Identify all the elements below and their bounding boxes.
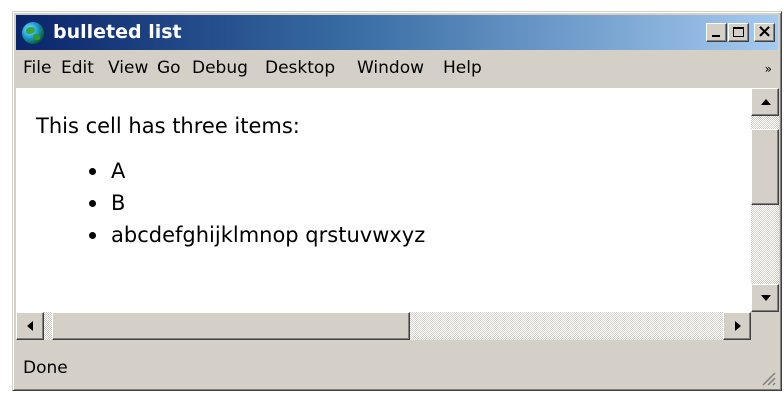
close-button[interactable]: × xyxy=(754,21,775,42)
list-item: A xyxy=(88,155,425,187)
horizontal-scrollbar[interactable] xyxy=(16,312,751,340)
bulleted-list: A B abcdefghijklmnop qrstuvwxyz xyxy=(36,155,425,251)
menu-file[interactable]: File xyxy=(23,58,51,78)
intro-text: This cell has three items: xyxy=(36,114,300,138)
arrow-down-icon xyxy=(761,295,771,301)
vertical-scroll-thumb[interactable] xyxy=(751,129,779,205)
scroll-up-button[interactable] xyxy=(751,88,779,116)
minimize-button[interactable] xyxy=(706,23,727,42)
menu-overflow-icon[interactable]: » xyxy=(765,62,772,76)
menu-edit[interactable]: Edit xyxy=(61,58,94,78)
vertical-scrollbar[interactable] xyxy=(751,88,779,312)
globe-icon xyxy=(22,22,44,44)
scrollbar-corner xyxy=(751,312,779,340)
browser-window: bulleted list × File Edit View Go Debug … xyxy=(12,11,782,391)
arrow-up-icon xyxy=(761,99,771,105)
status-text: Done xyxy=(23,358,68,378)
scroll-right-button[interactable] xyxy=(723,312,751,340)
menu-go[interactable]: Go xyxy=(157,58,181,78)
scroll-down-button[interactable] xyxy=(751,284,779,312)
close-icon: × xyxy=(756,21,773,42)
scroll-left-button[interactable] xyxy=(16,312,44,340)
menu-help[interactable]: Help xyxy=(443,58,482,78)
title-bar[interactable]: bulleted list × xyxy=(16,15,778,50)
status-bar: Done xyxy=(16,343,778,388)
list-item: abcdefghijklmnop qrstuvwxyz xyxy=(88,219,425,251)
menu-desktop[interactable]: Desktop xyxy=(265,58,335,78)
menu-window[interactable]: Window xyxy=(357,58,424,78)
window-title: bulleted list xyxy=(53,21,182,43)
minimize-icon xyxy=(712,35,720,37)
arrow-right-icon xyxy=(735,321,741,331)
maximize-icon xyxy=(733,27,744,37)
resize-grip-icon[interactable] xyxy=(758,368,776,386)
menu-debug[interactable]: Debug xyxy=(192,58,248,78)
maximize-button[interactable] xyxy=(728,23,749,42)
list-item: B xyxy=(88,187,425,219)
content-area: This cell has three items: A B abcdefghi… xyxy=(16,88,751,312)
menu-view[interactable]: View xyxy=(108,58,148,78)
arrow-left-icon xyxy=(27,321,33,331)
menu-bar: File Edit View Go Debug Desktop Window H… xyxy=(16,52,778,84)
horizontal-scroll-thumb[interactable] xyxy=(52,312,410,340)
